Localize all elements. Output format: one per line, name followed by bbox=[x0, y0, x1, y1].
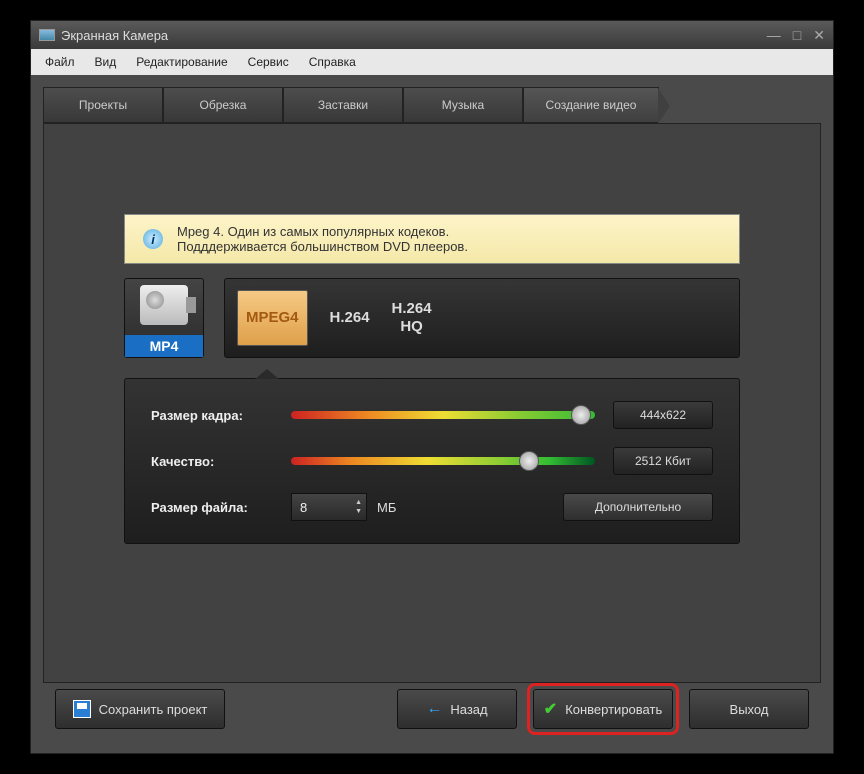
save-icon bbox=[73, 700, 91, 718]
tab-trim[interactable]: Обрезка bbox=[163, 87, 283, 123]
camcorder-icon bbox=[140, 285, 188, 325]
tab-music[interactable]: Музыка bbox=[403, 87, 523, 123]
footer-bar: Сохранить проект ← Назад ✔ Конвертироват… bbox=[43, 683, 821, 735]
frame-size-label: Размер кадра: bbox=[151, 408, 291, 423]
menu-edit[interactable]: Редактирование bbox=[128, 51, 235, 73]
codec-selector: MPEG4 H.264 H.264HQ bbox=[224, 278, 740, 358]
codec-mpeg4[interactable]: MPEG4 bbox=[237, 290, 308, 346]
menubar: Файл Вид Редактирование Сервис Справка bbox=[31, 49, 833, 75]
codec-h264-hq[interactable]: H.264HQ bbox=[392, 300, 432, 336]
tab-bar: Проекты Обрезка Заставки Музыка Создание… bbox=[43, 87, 821, 123]
arrow-back-icon: ← bbox=[426, 700, 442, 718]
tab-create-video[interactable]: Создание видео bbox=[523, 87, 659, 123]
minimize-button[interactable]: — bbox=[767, 27, 781, 44]
menu-view[interactable]: Вид bbox=[87, 51, 125, 73]
main-panel: i Mpeg 4. Один из самых популярных кодек… bbox=[43, 123, 821, 683]
tab-projects[interactable]: Проекты bbox=[43, 87, 163, 123]
info-banner: i Mpeg 4. Один из самых популярных кодек… bbox=[124, 214, 740, 264]
format-row: MP4 MPEG4 H.264 H.264HQ bbox=[124, 278, 740, 358]
menu-help[interactable]: Справка bbox=[301, 51, 364, 73]
frame-size-slider[interactable] bbox=[291, 411, 595, 419]
frame-size-value: 444x622 bbox=[613, 401, 713, 429]
frame-size-row: Размер кадра: 444x622 bbox=[151, 401, 713, 429]
exit-button[interactable]: Выход bbox=[689, 689, 809, 729]
check-icon: ✔ bbox=[544, 699, 557, 719]
quality-value: 2512 Кбит bbox=[613, 447, 713, 475]
file-size-spinner[interactable]: 8 ▲▼ bbox=[291, 493, 367, 521]
codec-h264[interactable]: H.264 bbox=[330, 309, 370, 327]
format-label: MP4 bbox=[125, 335, 203, 357]
convert-highlight: ✔ Конвертировать bbox=[527, 683, 679, 735]
content-area: Проекты Обрезка Заставки Музыка Создание… bbox=[31, 75, 833, 747]
file-size-row: Размер файла: 8 ▲▼ МБ Дополнительно bbox=[151, 493, 713, 521]
titlebar: Экранная Камера — □ ✕ bbox=[31, 21, 833, 49]
spinner-arrows[interactable]: ▲▼ bbox=[355, 499, 362, 515]
format-icon-mp4[interactable]: MP4 bbox=[124, 278, 204, 358]
frame-size-thumb[interactable] bbox=[571, 405, 591, 425]
menu-service[interactable]: Сервис bbox=[240, 51, 297, 73]
file-size-unit: МБ bbox=[377, 500, 396, 515]
app-window: Экранная Камера — □ ✕ Файл Вид Редактиро… bbox=[30, 20, 834, 754]
back-button[interactable]: ← Назад bbox=[397, 689, 517, 729]
window-title: Экранная Камера bbox=[61, 28, 168, 43]
close-button[interactable]: ✕ bbox=[813, 27, 825, 44]
info-text: Mpeg 4. Один из самых популярных кодеков… bbox=[177, 224, 468, 254]
advanced-button[interactable]: Дополнительно bbox=[563, 493, 713, 521]
file-size-label: Размер файла: bbox=[151, 500, 291, 515]
info-icon: i bbox=[143, 229, 163, 249]
quality-row: Качество: 2512 Кбит bbox=[151, 447, 713, 475]
save-project-button[interactable]: Сохранить проект bbox=[55, 689, 225, 729]
settings-box: Размер кадра: 444x622 Качество: 2512 Кби… bbox=[124, 378, 740, 544]
app-icon bbox=[39, 29, 55, 41]
quality-thumb[interactable] bbox=[519, 451, 539, 471]
window-controls: — □ ✕ bbox=[767, 27, 825, 44]
quality-label: Качество: bbox=[151, 454, 291, 469]
menu-file[interactable]: Файл bbox=[37, 51, 83, 73]
quality-slider[interactable] bbox=[291, 457, 595, 465]
convert-button[interactable]: ✔ Конвертировать bbox=[533, 689, 673, 729]
maximize-button[interactable]: □ bbox=[793, 27, 801, 44]
tab-intros[interactable]: Заставки bbox=[283, 87, 403, 123]
